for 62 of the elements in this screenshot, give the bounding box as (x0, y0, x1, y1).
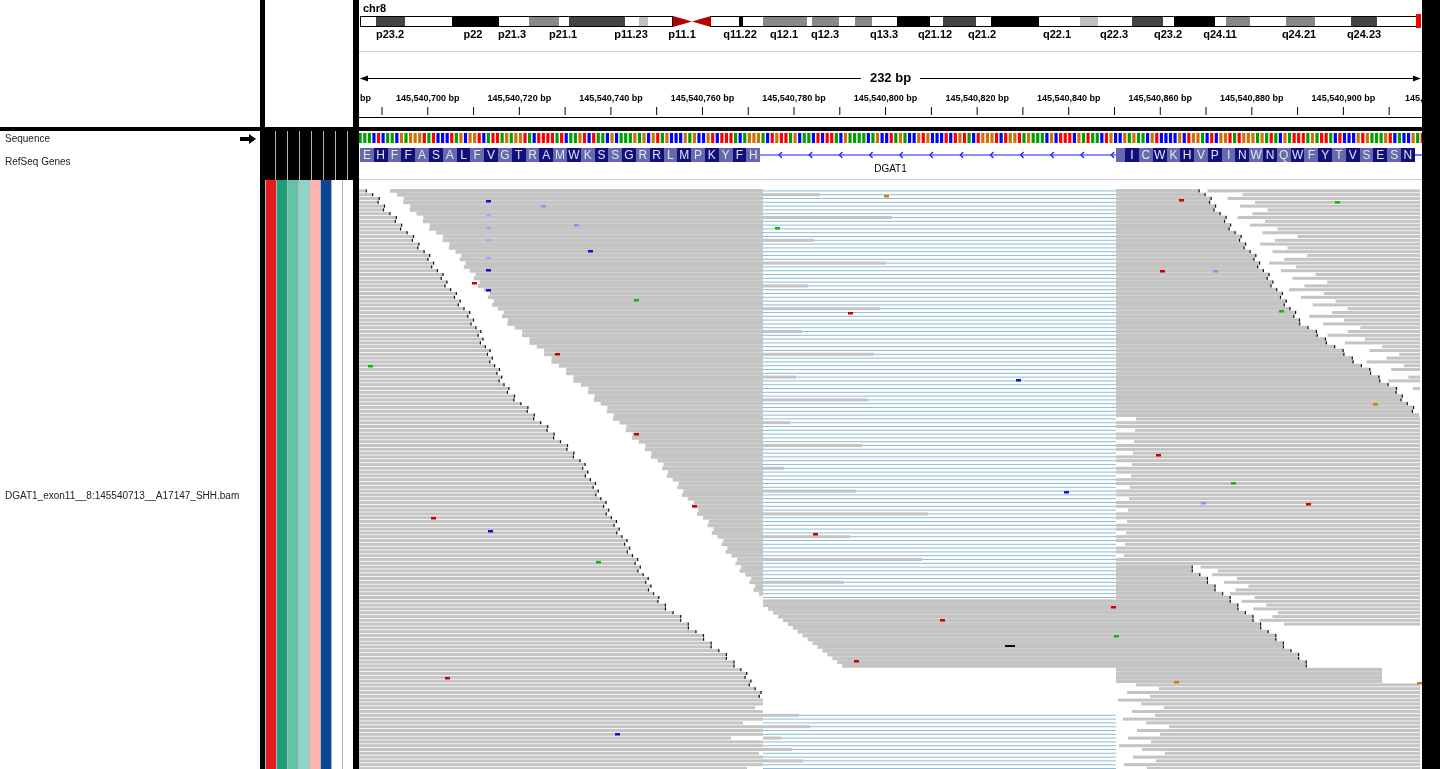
amino-acid: F (401, 148, 416, 162)
amino-acid: F (1304, 148, 1319, 162)
track-name[interactable]: DGAT1_exon11__8:145540713__A17147_SHH.bam (5, 489, 240, 503)
amino-acid: H (1180, 148, 1195, 162)
band-label: q21.12 (917, 28, 953, 40)
band-label: q23.2 (1153, 28, 1183, 40)
amino-acid: F (470, 148, 485, 162)
amino-acid: G (622, 148, 636, 162)
band-label: p21.3 (497, 28, 527, 40)
amino-acid: V (1194, 148, 1208, 162)
band-label: q24.23 (1346, 28, 1382, 40)
ruler-label: 145,540,740 bp (579, 93, 643, 103)
ruler-label: 145,540,880 bp (1220, 93, 1284, 103)
ruler-label: 145, (1405, 93, 1422, 103)
amino-acid: T (1332, 148, 1346, 162)
ruler-label: 145,540,860 bp (1128, 93, 1193, 103)
amino-acid: N (1401, 148, 1415, 162)
span-label: 232 bp (869, 71, 912, 85)
amino-acid: V (484, 148, 498, 162)
band-label: q24.11 (1203, 28, 1237, 40)
amino-acid: S (608, 148, 623, 162)
band-label: p23.2 (375, 28, 405, 40)
amino-acid: A (539, 148, 554, 162)
ruler-label: bp (360, 93, 371, 103)
band-label: q21.2 (967, 28, 997, 40)
band-label: q13.3 (869, 28, 899, 40)
amino-acid: S (1387, 148, 1402, 162)
amino-acid: N (1263, 148, 1277, 162)
amino-acid: N (1235, 148, 1250, 162)
ruler-label: 145,540,720 bp (487, 93, 552, 103)
ruler-label: 145,540,760 bp (670, 93, 735, 103)
band-label: q12.1 (769, 28, 799, 40)
band-label: p21.1 (548, 28, 578, 40)
band-label: p22 (463, 28, 483, 40)
ruler-label: 145,540,800 bp (853, 93, 918, 103)
band-label: q12.3 (810, 28, 840, 40)
ruler-label: 145,540,700 bp (396, 93, 460, 103)
ruler-label: 145,540,820 bp (945, 93, 1009, 103)
amino-acid: H (746, 148, 761, 162)
band-label: q22.3 (1099, 28, 1129, 40)
amino-acid: P (691, 148, 705, 162)
amino-acid: W (1249, 148, 1264, 162)
band-label: p11.1 (668, 28, 696, 40)
ruler-label: 145,540,840 bp (1036, 93, 1101, 103)
chromosome-name: chr8 (363, 2, 387, 14)
gene-name: DGAT1 (874, 163, 907, 174)
band-label: q24.21 (1281, 28, 1317, 40)
amino-acid: E (360, 148, 374, 162)
band-label: q22.1 (1042, 28, 1072, 40)
amino-acid: M (677, 148, 692, 162)
track-name[interactable]: RefSeq Genes (5, 155, 71, 169)
amino-acid: Y (1318, 148, 1333, 162)
band-label: p11.23 (614, 28, 648, 40)
ruler-label: 145,540,780 bp (762, 93, 826, 103)
ruler-label: 145,540,900 bp (1311, 93, 1376, 103)
track-name[interactable]: Sequence (5, 132, 51, 146)
band-label: q11.22 (723, 28, 757, 40)
amino-acid: E (1373, 148, 1388, 162)
amino-acid: I (1125, 148, 1139, 162)
right-arrow-icon[interactable] (240, 134, 256, 144)
amino-acid: M (553, 148, 567, 162)
amino-acid: A (415, 148, 429, 162)
